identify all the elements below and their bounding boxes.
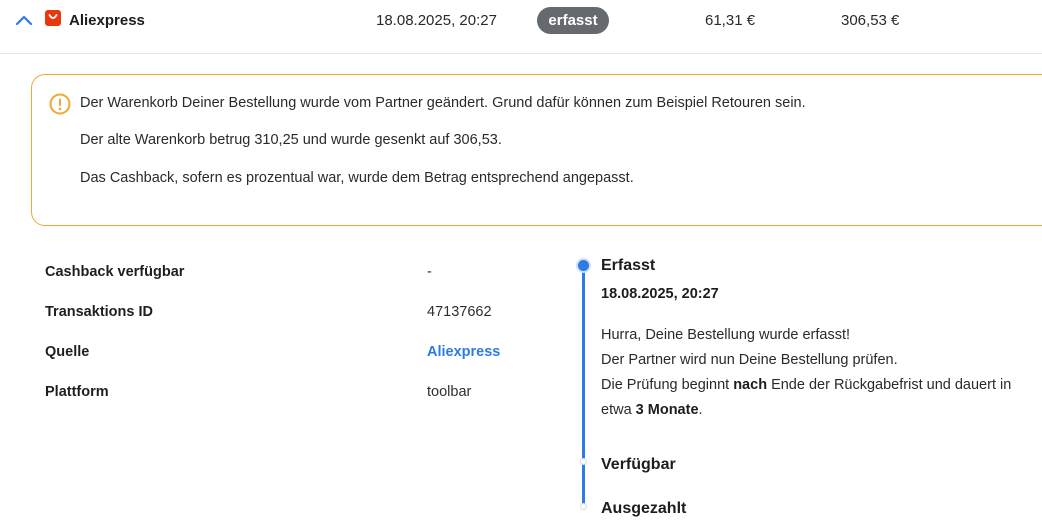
detail-label-platform: Plattform (45, 384, 109, 400)
shop-name: Aliexpress (69, 12, 145, 29)
notice-line-1: Der Warenkorb Deiner Bestellung wurde vo… (80, 95, 806, 111)
aliexpress-bag-icon (45, 10, 61, 26)
timeline-dot-active (576, 258, 591, 273)
timeline-line (582, 266, 585, 507)
timeline-dot (580, 458, 587, 465)
detail-value-transaction-id: 47137662 (427, 304, 492, 320)
timeline-step-date: 18.08.2025, 20:27 (601, 286, 719, 302)
timeline-step-title-ausgezahlt: Ausgezahlt (601, 500, 687, 517)
detail-label-cashback: Cashback verfügbar (45, 264, 185, 280)
timeline-dot (580, 503, 587, 510)
timeline-step-title-erfasst: Erfasst (601, 257, 656, 274)
transaction-row[interactable]: Aliexpress 18.08.2025, 20:27 erfasst 61,… (0, 0, 1042, 54)
transaction-date: 18.08.2025, 20:27 (376, 12, 497, 29)
timeline-desc-line-2: Der Partner wird nun Deine Bestellung pr… (601, 352, 898, 368)
detail-value-cashback: - (427, 264, 432, 280)
timeline-desc-line-1: Hurra, Deine Bestellung wurde erfasst! (601, 327, 851, 343)
detail-value-source-link[interactable]: Aliexpress (427, 344, 500, 360)
timeline-desc-line-3: Die Prüfung beginnt nach Ende der Rückga… (601, 377, 1012, 418)
status-badge: erfasst (537, 7, 609, 34)
detail-label-transaction-id: Transaktions ID (45, 304, 153, 320)
warning-circle-icon (49, 93, 71, 115)
detail-label-source: Quelle (45, 344, 90, 360)
notice-line-2: Der alte Warenkorb betrug 310,25 und wur… (80, 132, 502, 148)
timeline-step-description: Hurra, Deine Bestellung wurde erfasst! D… (601, 323, 1031, 423)
notice-line-3: Das Cashback, sofern es prozentual war, … (80, 170, 634, 186)
detail-value-platform: toolbar (427, 384, 472, 400)
timeline-step-title-verfuegbar: Verfügbar (601, 456, 676, 473)
chevron-up-icon[interactable] (14, 12, 34, 28)
order-amount: 306,53 € (841, 12, 900, 29)
cashback-amount: 61,31 € (705, 12, 756, 29)
